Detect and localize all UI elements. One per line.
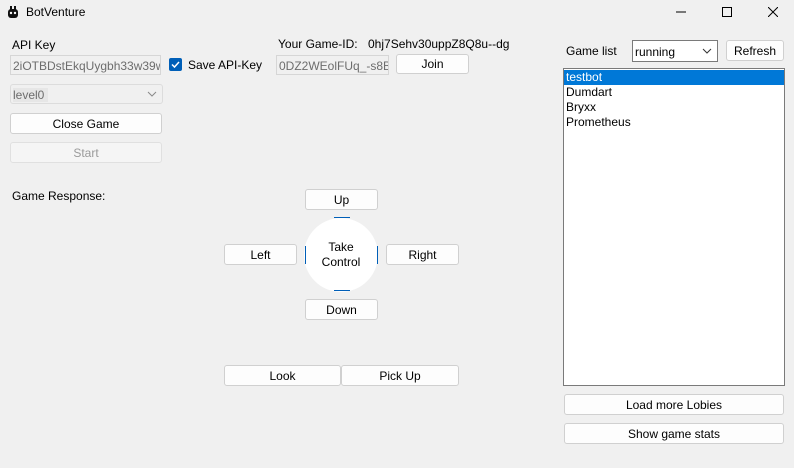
game-id-label: Your Game-ID: (278, 37, 358, 51)
save-api-key-label: Save API-Key (188, 58, 263, 72)
left-button[interactable]: Left (224, 244, 297, 265)
level-select-value: level0 (13, 88, 49, 102)
api-key-field[interactable]: 2iOTBDstEkqUygbh33w39w (10, 55, 161, 75)
start-button[interactable]: Start (10, 142, 162, 163)
maximize-icon (722, 7, 732, 17)
game-response-label: Game Response: (12, 189, 106, 203)
game-filter-value: running (635, 45, 676, 59)
refresh-button[interactable]: Refresh (726, 40, 784, 61)
join-game-id-field[interactable]: 0DZ2WEolFUq_-s8Bz (276, 55, 389, 75)
down-button[interactable]: Down (305, 299, 378, 320)
take-control-label: Take Control (304, 240, 378, 270)
title-bar: BotVenture (0, 0, 794, 24)
level-select[interactable]: level0 (10, 84, 163, 104)
close-icon (768, 7, 778, 17)
game-list-label: Game list (566, 44, 617, 58)
api-key-label: API Key (12, 38, 56, 52)
chevron-down-icon (147, 91, 157, 97)
list-item[interactable]: testbot (564, 70, 784, 85)
join-button[interactable]: Join (396, 54, 469, 74)
load-more-lobbies-button[interactable]: Load more Lobies (564, 394, 784, 415)
list-item[interactable]: Prometheus (564, 115, 784, 130)
up-button[interactable]: Up (305, 189, 378, 210)
list-item[interactable]: Bryxx (564, 100, 784, 115)
look-button[interactable]: Look (224, 365, 341, 386)
show-game-stats-button[interactable]: Show game stats (564, 423, 784, 444)
game-filter-select[interactable]: running (632, 40, 718, 62)
checkmark-icon (171, 61, 180, 69)
control-tick-bottom (334, 290, 350, 291)
chevron-down-icon (702, 48, 712, 54)
close-game-button[interactable]: Close Game (10, 113, 162, 134)
right-button[interactable]: Right (386, 244, 459, 265)
window-title: BotVenture (26, 5, 86, 19)
minimize-icon (676, 11, 686, 13)
maximize-button[interactable] (704, 0, 750, 24)
list-item[interactable]: Dumdart (564, 85, 784, 100)
control-tick-top (334, 217, 350, 218)
take-control-line2: Control (321, 255, 361, 269)
close-window-button[interactable] (750, 0, 794, 24)
robot-icon (8, 6, 18, 18)
save-api-key-checkbox[interactable] (169, 58, 182, 71)
pick-up-button[interactable]: Pick Up (341, 365, 459, 386)
game-id-value: 0hj7Sehv30uppZ8Q8u--dg (368, 37, 510, 51)
minimize-button[interactable] (658, 0, 704, 24)
game-listbox[interactable]: testbot Dumdart Bryxx Prometheus (563, 68, 785, 386)
take-control-line1: Take (328, 240, 354, 254)
